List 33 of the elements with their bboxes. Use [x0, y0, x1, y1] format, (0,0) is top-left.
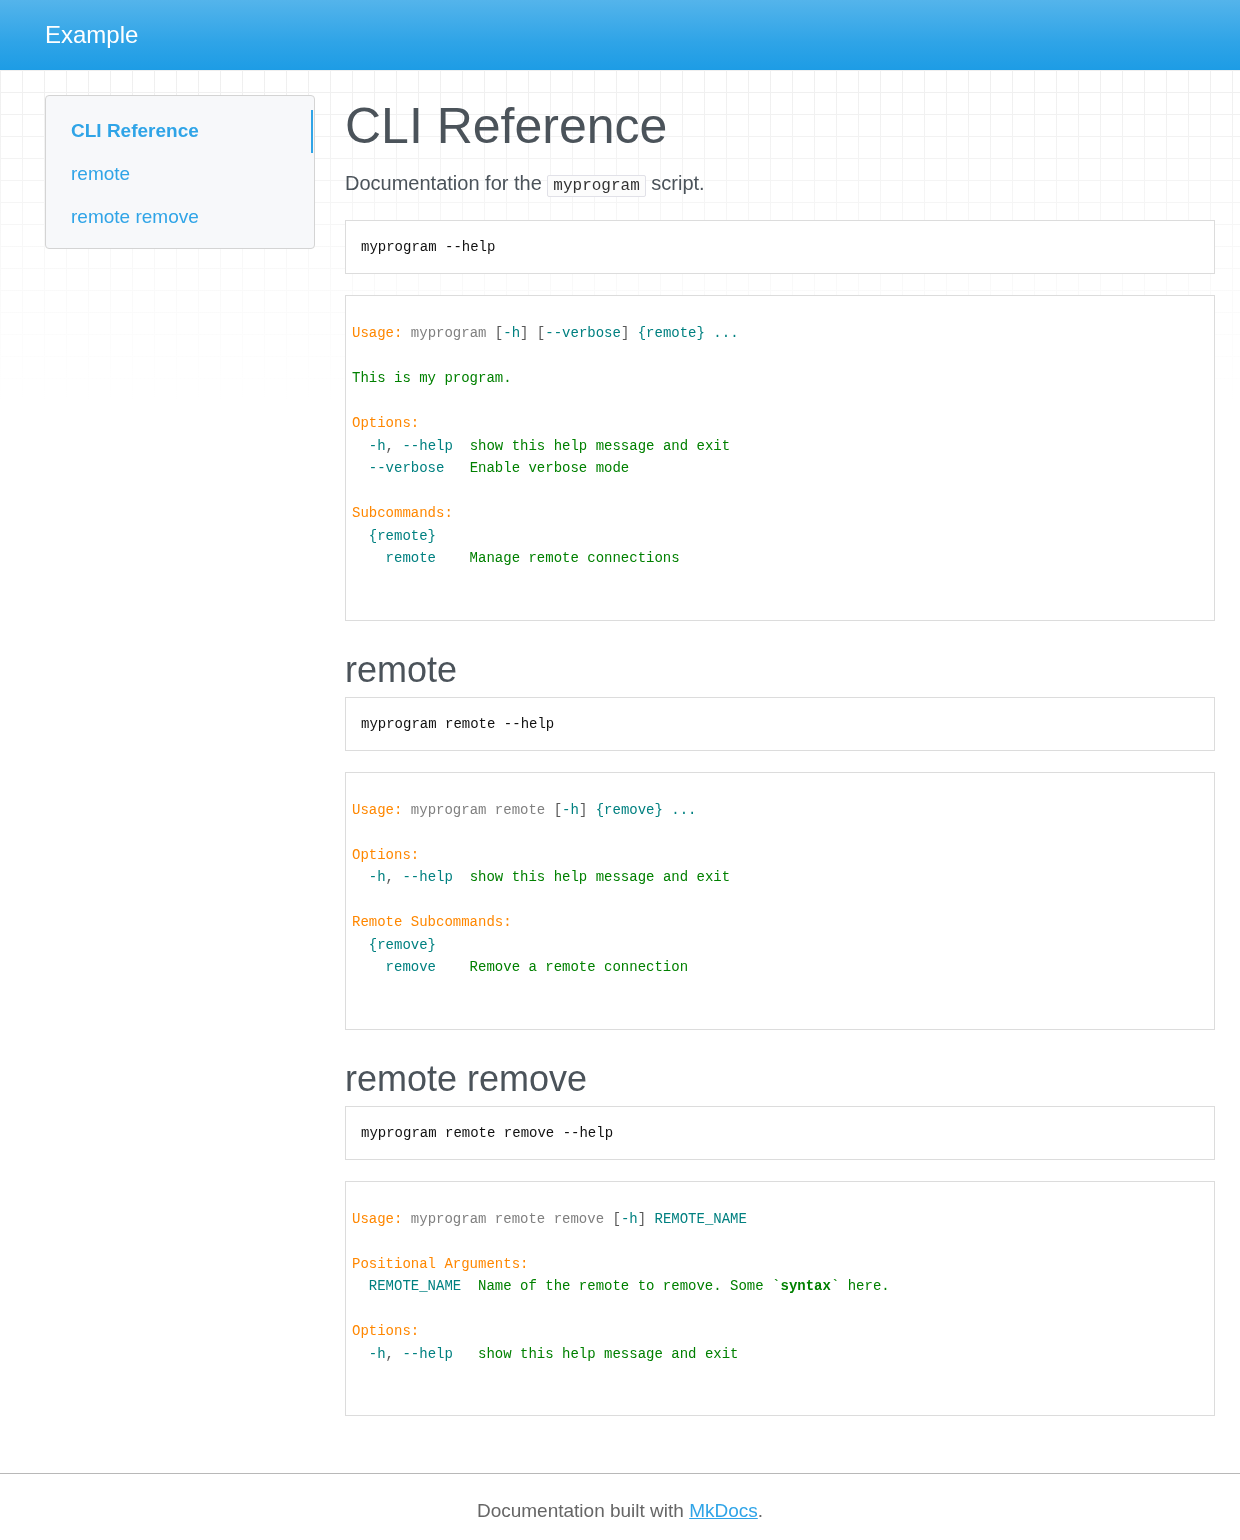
- intro-text: Documentation for the myprogram script.: [345, 171, 705, 199]
- output-line: remove Remove a remote connection: [384, 958, 689, 977]
- inline-code: myprogram: [547, 175, 646, 197]
- output-line: {remove}: [367, 935, 436, 955]
- output-line: {remote}: [367, 526, 436, 546]
- output-line: Usage: myprogram remote [-h] {remove} ...: [352, 800, 697, 820]
- output-line: --verbose Enable verbose mode: [367, 459, 630, 478]
- section-heading: remote remove: [345, 1058, 588, 1099]
- mkdocs-link[interactable]: MkDocs: [689, 1500, 758, 1521]
- sidebar-link[interactable]: remote: [46, 153, 313, 196]
- output-line: Positional Arguments:: [352, 1254, 529, 1274]
- section-heading: remote: [345, 649, 458, 690]
- output-line: Options:: [352, 845, 420, 865]
- output-line: Subcommands:: [352, 504, 453, 523]
- command-text: myprogram remote --help: [361, 714, 555, 734]
- command-text: myprogram remote remove --help: [361, 1123, 614, 1143]
- footer-text: Documentation built with MkDocs.: [476, 1499, 764, 1523]
- output-line: Options:: [352, 1322, 420, 1341]
- output-line: Usage: myprogram [-h] [--verbose] {remote} ...: [352, 324, 739, 343]
- output-line: remote Manage remote connections: [384, 549, 680, 568]
- output-line: -h, --help show this help message and exit: [367, 436, 731, 456]
- command-text: myprogram --help: [361, 238, 496, 257]
- output-line: -h, --help show this help message and exit: [367, 868, 731, 887]
- output-line: REMOTE_NAME Name of the remote to remove. Some `syntax` here.: [367, 1277, 890, 1296]
- page-title: CLI Reference: [345, 99, 668, 154]
- brand-link[interactable]: Example: [45, 20, 139, 50]
- sidebar-link[interactable]: CLI Reference: [46, 110, 313, 153]
- output-line: Options:: [352, 414, 420, 433]
- sidebar-link[interactable]: remote remove: [46, 196, 313, 239]
- output-line: Usage: myprogram remote remove [-h] REMOTE_NAME: [352, 1209, 747, 1229]
- output-line: Remote Subcommands:: [352, 913, 512, 932]
- output-line: This is my program.: [352, 369, 512, 388]
- output-line: -h, --help show this help message and exit: [367, 1344, 739, 1364]
